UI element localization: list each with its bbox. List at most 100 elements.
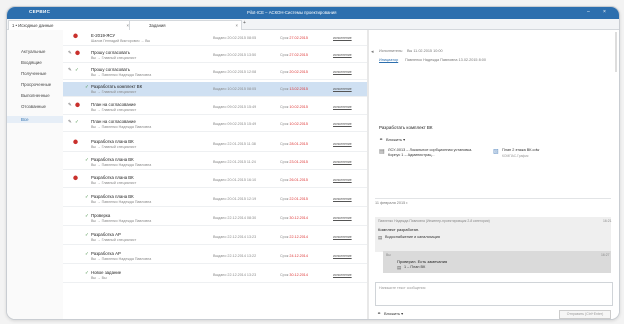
task-assignee: Вы → Главный специалист [91,90,137,94]
task-assignee: Вы → Павленко Надежда Павловна [91,219,152,223]
attach-button[interactable]: Вложить ▾ [386,137,405,142]
sidebar-item-actual[interactable]: Актуальные [21,49,45,54]
pin-icon: ✎ [68,67,72,72]
task-assignee: Шалов Геннадий Викторович → Вы [91,39,151,43]
task-due-date: 10.02.2015 [289,122,308,126]
page-frame: СЕРВИС Pilot-ICE – АСКОН-Системы проекти… [0,0,624,324]
task-row[interactable]: ✎ ✓ Прошу согласовать Вы → Павленко Надежда… [63,65,367,80]
task-assignee: Вы → Павленко Надежда Павловна [91,73,152,77]
task-status-link[interactable]: исполнение [333,254,352,258]
reply-text: Проверил. Есть замечания [397,259,448,264]
scrollbar[interactable] [615,32,617,72]
add-tab-icon[interactable]: + [243,20,246,26]
task-title: Разработка плана ВК [91,139,134,144]
reply-file[interactable]: 1 – План ВК [404,265,425,269]
task-row[interactable]: ✓ Разработка АР Вы → Павленко Надежда Павл… [63,249,367,264]
executor-label: Исполнитель: [379,49,404,53]
bottom-attach-button[interactable]: Вложить ▾ [384,311,403,316]
task-status-link[interactable]: исполнение [333,216,352,220]
message-file[interactable]: Водоснабжение и канализация [385,235,440,239]
task-row[interactable]: ⬤ Разработка плана ВК Вы → Главный специал… [63,137,367,152]
task-status-link[interactable]: исполнение [333,36,352,40]
task-status-link[interactable]: исполнение [333,197,352,201]
task-status-link[interactable]: исполнение [333,273,352,277]
task-due: Срок 13.02.2015 [280,87,308,91]
task-row[interactable]: ✎ ⬤ План на согласование Вы → Главный специ… [63,100,367,115]
task-status-link[interactable]: исполнение [333,87,352,91]
task-due-date: 30.12.2014 [289,216,308,220]
tab-source-data[interactable]: 1 • Исходные данные × [8,20,133,30]
task-due: Срок 20.02.2015 [280,70,308,74]
sidebar-item-received[interactable]: Полученные [21,71,46,76]
task-due-label: Срок [280,36,289,40]
task-row[interactable]: ✎ ⬤ Прошу согласовать Вы → Главный специали… [63,48,367,63]
close-icon[interactable]: × [603,9,606,15]
tab-bar: 1 • Исходные данные × Задания × + [7,19,619,30]
check-icon: ✓ [85,157,89,162]
task-row[interactable]: ✓ Новое задание Вы → Вы Выдано 22.12.2014 1… [63,268,367,283]
attachment-2-app: КОМПАС-График [502,154,529,158]
check-icon: ✓ [75,119,79,124]
message-input-placeholder: Напишите текст сообщения [379,286,426,290]
pin-icon: ✎ [68,119,72,124]
task-assignee: Вы → Павленко Надежда Павловна [91,257,152,261]
sidebar-item-incoming[interactable]: Входящие [21,60,42,65]
initiator-link[interactable]: Инициатор [379,58,398,62]
task-due-date: 27.02.2015 [289,53,308,57]
task-due: Срок 22.01.2015 [280,197,308,201]
task-issued-date: Выдано 22.12.2014 08:30 [213,216,257,220]
task-due-label: Срок [280,142,289,146]
tab-close-icon[interactable]: × [236,21,238,30]
task-row[interactable]: ✓ Разработка плана ВК Вы → Павленко Надежд… [63,192,367,207]
task-status-link[interactable]: исполнение [333,105,352,109]
file-icon: ▤ [378,235,383,240]
task-due: Срок 27.02.2015 [280,53,308,57]
task-status-link[interactable]: исполнение [333,142,352,146]
task-row[interactable]: ⬤ Разработка плана ВК Вы → Главный специал… [63,173,367,188]
task-row[interactable]: ✓ Разработка АР Вы → Главный специалист Выд… [63,230,367,245]
task-row[interactable]: ✓ Проверка Вы → Павленко Надежда Павловна В… [63,211,367,226]
task-due-date: 28.01.2015 [289,142,308,146]
menu-service[interactable]: СЕРВИС [29,9,50,14]
task-title: План на согласование [91,102,136,107]
message-input[interactable]: Напишите текст сообщения [375,282,613,306]
task-row[interactable]: ✓ Разработка плана ВК Вы → Павленко Надежд… [63,155,367,170]
task-due: Срок 26.01.2015 [280,178,308,182]
task-title: Разработка АР [91,251,121,256]
sidebar-item-revoked[interactable]: Отозванные [21,104,46,109]
task-title: Разработать комплект ВК [379,125,433,130]
sidebar-item-all[interactable]: Все [21,117,29,122]
sidebar-item-overdue[interactable]: Просроченные [21,82,51,87]
task-assignee: Вы → Главный специалист [91,181,137,185]
task-due: Срок 22.12.2014 [280,235,308,239]
attachment-1[interactable]: ЛСУ-0013 – Локальное сорбционная установ… [388,148,473,158]
task-due-date: 23.01.2015 [289,160,308,164]
task-row[interactable]: ⬤ Е-2019-ЯСУ Шалов Геннадий Викторович → В… [63,31,367,46]
message-author: Павленко Надежда Павловна (Инженер-проек… [378,219,490,223]
sidebar-item-completed[interactable]: Выполненные [21,93,50,98]
send-button[interactable]: Отправить (Ctrl+Enter) [559,310,611,319]
tab-tasks[interactable]: Задания × [129,20,242,30]
task-due: Срок 10.02.2015 [280,105,308,109]
task-due-date: 10.02.2015 [289,105,308,109]
task-title: План на согласование [91,119,136,124]
executor-value: Вы 11.02.2015 10:00 [407,49,443,53]
task-status-link[interactable]: исполнение [333,235,352,239]
task-due-label: Срок [280,178,289,182]
task-status-link[interactable]: исполнение [333,53,352,57]
task-status-link[interactable]: исполнение [333,70,352,74]
task-due: Срок 27.02.2015 [280,36,308,40]
collapse-icon[interactable]: ◂ [371,49,374,55]
task-status-link[interactable]: исполнение [333,178,352,182]
attachment-2[interactable]: План 2 этажа ВК.cdw [502,148,539,152]
task-issued-date: Выдано 22.01.2015 11:24 [213,160,256,164]
app-window: СЕРВИС Pilot-ICE – АСКОН-Системы проекти… [6,6,620,320]
task-row[interactable]: ✓ Разработать комплект ВК Вы → Главный спе… [63,82,367,97]
task-due-label: Срок [280,53,289,57]
task-status-link[interactable]: исполнение [333,122,352,126]
task-status-link[interactable]: исполнение [333,160,352,164]
check-icon: ✓ [85,251,89,256]
paperclip-icon: ⚭ [377,311,382,317]
minimize-icon[interactable]: – [587,9,590,15]
task-row[interactable]: ✎ ✓ План на согласование Вы → Павленко Наде… [63,117,367,132]
